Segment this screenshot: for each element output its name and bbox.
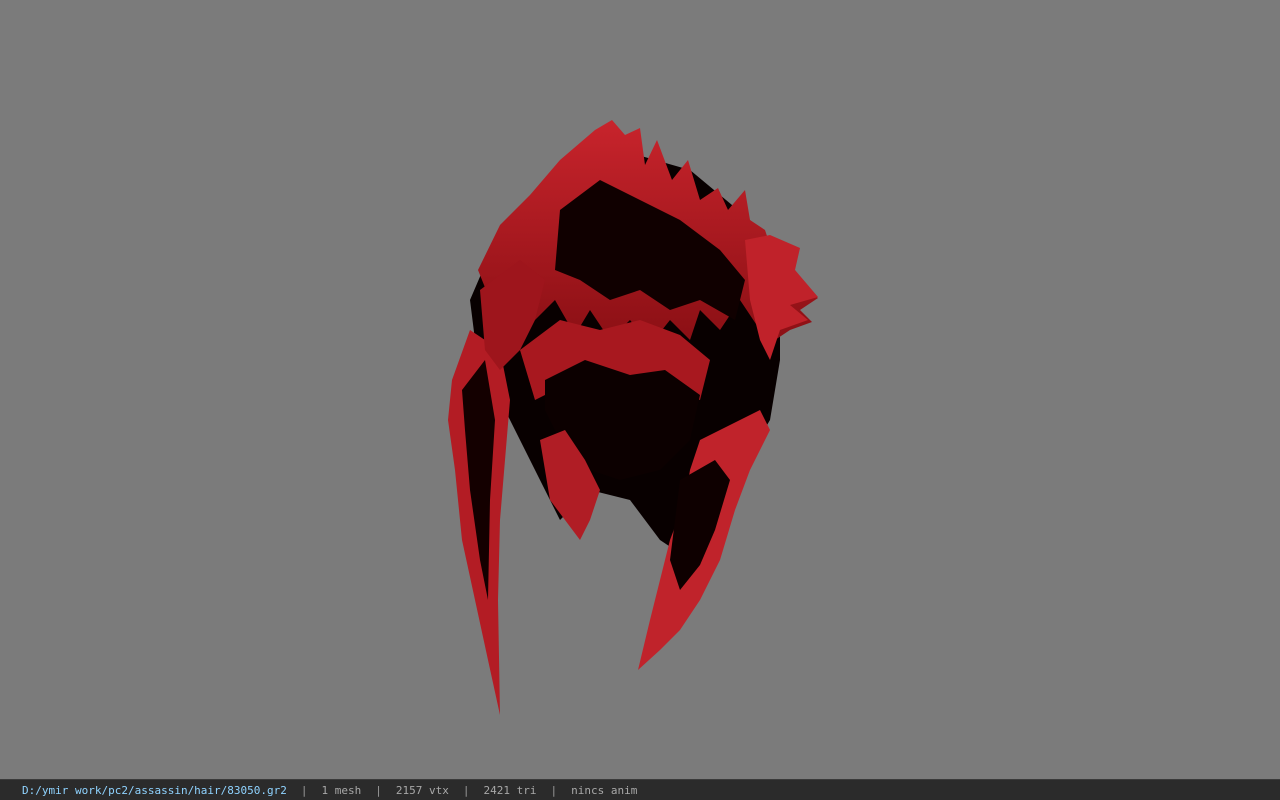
status-separator: | [462, 783, 470, 797]
mesh-count: 1 mesh [321, 783, 362, 797]
triangle-count: 2421 tri [483, 783, 537, 797]
status-separator: | [375, 783, 382, 797]
anim-status: nincs anim [571, 783, 638, 797]
hair-model-render[interactable] [0, 0, 1280, 779]
status-separator: | [300, 783, 308, 797]
vertex-count: 2157 vtx [395, 783, 449, 797]
status-separator: | [550, 783, 558, 797]
3d-viewport[interactable] [0, 0, 1280, 779]
status-bar: D:/ymir work/pc2/assassin/hair/83050.gr2… [0, 779, 1280, 800]
file-path: D:/ymir work/pc2/assassin/hair/83050.gr2 [22, 783, 287, 797]
